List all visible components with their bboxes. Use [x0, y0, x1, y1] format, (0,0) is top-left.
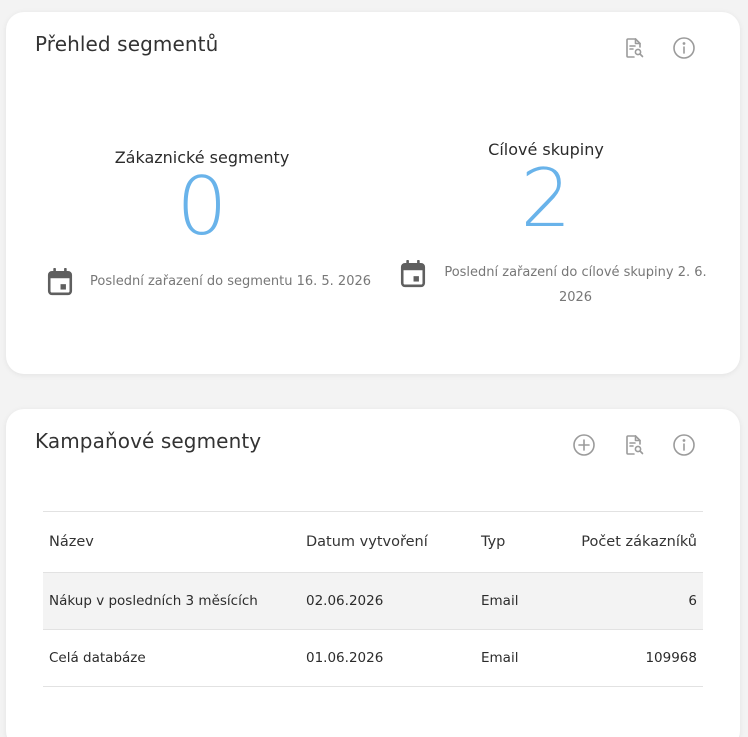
column-header-created-date[interactable]: Datum vytvoření: [300, 511, 475, 573]
campaign-segments-table: Název Datum vytvoření Typ Počet zákazník…: [43, 511, 703, 687]
report-search-icon[interactable]: [621, 35, 647, 61]
segment-overview-title: Přehled segmentů: [35, 32, 219, 56]
created-date-cell: 02.06.2026: [300, 572, 475, 630]
segment-name-cell: Celá databáze: [43, 629, 300, 687]
calendar-icon: [400, 260, 426, 288]
type-cell: Email: [475, 572, 565, 630]
target-groups-last-assignment: Poslední zařazení do cílové skupiny 2. 6…: [400, 260, 710, 310]
info-icon[interactable]: [671, 35, 697, 61]
target-groups-count: 2: [520, 152, 572, 245]
segment-name-cell: Nákup v posledních 3 měsících: [43, 572, 300, 630]
table-row[interactable]: Nákup v posledních 3 měsících 02.06.2026…: [43, 572, 703, 630]
column-header-name[interactable]: Název: [43, 511, 300, 573]
column-header-type[interactable]: Typ: [475, 511, 565, 573]
type-cell: Email: [475, 629, 565, 687]
campaign-segments-card: Kampaňové segmenty Název Datum vytvoření…: [6, 409, 740, 737]
info-icon[interactable]: [671, 432, 697, 458]
column-header-customer-count[interactable]: Počet zákazníků: [565, 511, 703, 573]
calendar-icon: [47, 268, 73, 296]
customer-count-cell: 109968: [565, 629, 703, 687]
add-circle-icon[interactable]: [571, 432, 597, 458]
campaign-segments-title: Kampaňové segmenty: [35, 429, 262, 453]
table-row[interactable]: Celá databáze 01.06.2026 Email 109968: [43, 629, 703, 687]
table-header-row: Název Datum vytvoření Typ Počet zákazník…: [43, 511, 703, 573]
customer-segments-stat: Zákaznické segmenty 0: [102, 148, 302, 247]
report-search-icon[interactable]: [621, 432, 647, 458]
customer-segments-count: 0: [176, 160, 228, 253]
customer-segments-last-assignment: Poslední zařazení do segmentu 16. 5. 202…: [47, 268, 371, 296]
customer-count-cell: 6: [565, 572, 703, 630]
target-groups-stat: Cílové skupiny 2: [446, 140, 646, 239]
customer-segments-last-assignment-text: Poslední zařazení do segmentu 16. 5. 202…: [90, 274, 372, 289]
target-groups-last-assignment-text: Poslední zařazení do cílové skupiny 2. 6…: [444, 265, 707, 305]
segment-overview-card: Přehled segmentů Zákaznické segmenty 0 C…: [6, 12, 740, 374]
created-date-cell: 01.06.2026: [300, 629, 475, 687]
